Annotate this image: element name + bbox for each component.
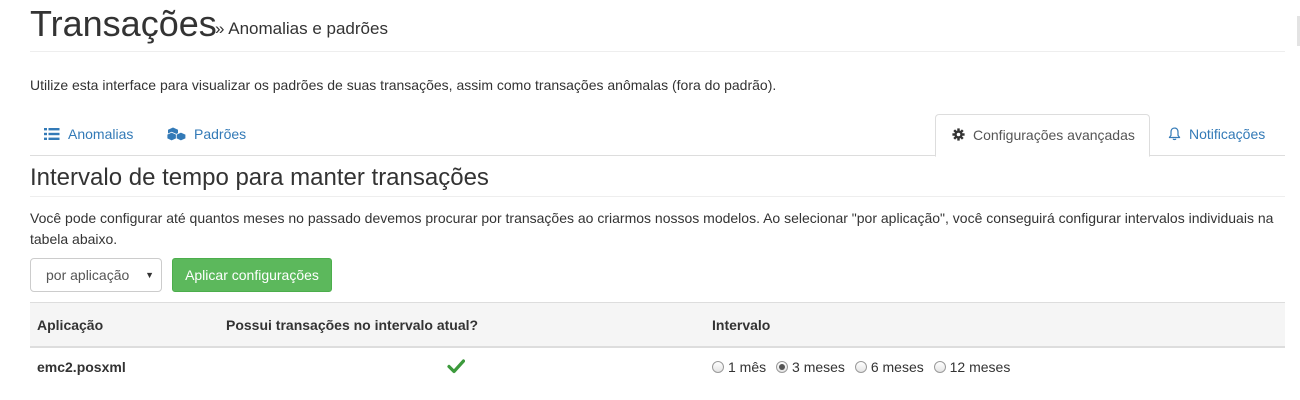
table-header: Aplicação Possui transações no intervalo… bbox=[30, 302, 1285, 348]
applications-table: Aplicação Possui transações no intervalo… bbox=[30, 302, 1285, 388]
radio-button[interactable] bbox=[854, 361, 867, 373]
caret-down-icon: ▼ bbox=[145, 270, 154, 280]
radio-label: 6 meses bbox=[870, 359, 924, 375]
radio-button[interactable] bbox=[712, 361, 724, 373]
gear-icon bbox=[952, 128, 965, 141]
tab-anomalias[interactable]: Anomalias bbox=[44, 114, 133, 156]
tab-label: Padrões bbox=[194, 126, 247, 142]
page-title: Transações bbox=[30, 3, 217, 44]
section-title: Intervalo de tempo para manter transaçõe… bbox=[30, 162, 1285, 197]
tab-notificacoes[interactable]: Notificações bbox=[1168, 114, 1265, 156]
page-header: Transações » Anomalias e padrões bbox=[30, 0, 1285, 52]
radio-option-6-meses[interactable]: 6 meses bbox=[854, 348, 924, 386]
app-name: emc2.posxml bbox=[37, 359, 126, 375]
column-header-intervalo: Intervalo bbox=[712, 317, 771, 333]
page-subtitle: » Anomalias e padrões bbox=[215, 19, 388, 38]
radio-label: 12 meses bbox=[949, 359, 1011, 375]
radio-label: 1 mês bbox=[728, 359, 767, 375]
cubes-icon bbox=[167, 127, 186, 141]
column-header-aplicacao: Aplicação bbox=[37, 317, 104, 333]
check-icon bbox=[447, 359, 465, 374]
tab-label: Notificações bbox=[1189, 126, 1266, 142]
tab-label: Configurações avançadas bbox=[973, 127, 1135, 143]
radio-option-1-mes[interactable]: 1 mês bbox=[712, 348, 766, 386]
tab-label: Anomalias bbox=[68, 126, 134, 142]
tab-configuracoes-avancadas[interactable]: Configurações avançadas bbox=[935, 114, 1150, 157]
radio-button[interactable] bbox=[933, 361, 946, 373]
select-value: por aplicação bbox=[46, 267, 130, 283]
tab-bar: Anomalias Padrões Configurações avançada… bbox=[30, 114, 1285, 157]
bell-icon bbox=[1168, 127, 1181, 141]
tab-padroes[interactable]: Padrões bbox=[167, 114, 246, 156]
column-header-possui-transacoes: Possui transações no intervalo atual? bbox=[226, 317, 479, 333]
help-text: Você pode configurar até quantos meses n… bbox=[30, 210, 1274, 247]
radio-option-12-meses[interactable]: 12 meses bbox=[933, 348, 1011, 386]
radio-label: 3 meses bbox=[792, 359, 845, 375]
list-icon bbox=[44, 128, 60, 140]
interval-radio-group: 1 mês 3 meses 6 meses 12 meses bbox=[712, 348, 1016, 386]
intro-text: Utilize esta interface para visualizar o… bbox=[30, 77, 777, 93]
table-row: emc2.posxml 1 mês 3 meses 6 meses 12 mes… bbox=[30, 348, 1285, 388]
apply-settings-button[interactable]: Aplicar configurações bbox=[172, 258, 332, 292]
radio-option-3-meses[interactable]: 3 meses bbox=[776, 348, 845, 386]
radio-button[interactable] bbox=[776, 361, 789, 373]
interval-mode-select[interactable]: por aplicação ▼ bbox=[30, 258, 162, 292]
